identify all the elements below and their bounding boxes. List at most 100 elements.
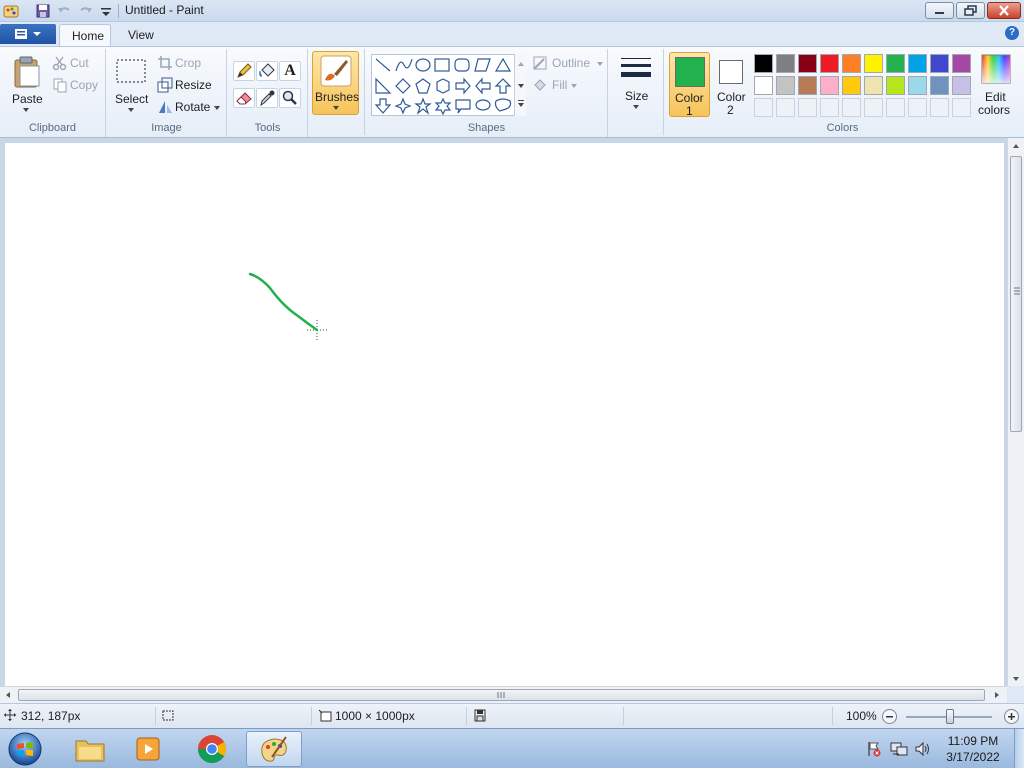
- system-clock[interactable]: 11:09 PM 3/17/2022: [938, 733, 1008, 765]
- scroll-up-arrow-icon: [1013, 144, 1019, 148]
- palette-color-swatch[interactable]: [842, 76, 861, 95]
- palette-custom-slot[interactable]: [820, 98, 839, 117]
- select-button[interactable]: Select: [111, 51, 151, 117]
- copy-button[interactable]: Copy: [50, 77, 102, 95]
- palette-color-swatch[interactable]: [908, 54, 927, 73]
- zoom-slider[interactable]: [906, 709, 1000, 725]
- palette-color-swatch[interactable]: [754, 76, 773, 95]
- volume-icon[interactable]: [914, 740, 932, 758]
- palette-color-swatch[interactable]: [930, 76, 949, 95]
- palette-custom-slot[interactable]: [930, 98, 949, 117]
- palette-color-swatch[interactable]: [842, 54, 861, 73]
- palette-color-swatch[interactable]: [952, 54, 971, 73]
- palette-custom-slot[interactable]: [798, 98, 817, 117]
- zoom-slider-thumb[interactable]: [946, 709, 954, 724]
- rotate-button[interactable]: Rotate: [157, 99, 223, 117]
- resize-button[interactable]: Resize: [157, 77, 223, 95]
- palette-custom-slot[interactable]: [886, 98, 905, 117]
- palette-color-swatch[interactable]: [908, 76, 927, 95]
- horizontal-scrollbar[interactable]: [0, 686, 1007, 703]
- clock-time: 11:09 PM: [947, 734, 999, 748]
- cursor-position-icon: [4, 709, 16, 721]
- zoom-in-button[interactable]: [1003, 708, 1020, 725]
- palette-color-swatch[interactable]: [754, 54, 773, 73]
- cut-button[interactable]: Cut: [50, 55, 102, 73]
- canvas-workspace: [0, 138, 1024, 686]
- taskbar-chrome-button[interactable]: [184, 731, 240, 767]
- magnifier-tool[interactable]: [279, 88, 301, 108]
- minimize-button[interactable]: [925, 2, 954, 19]
- paint-app-icon[interactable]: [3, 3, 19, 19]
- taskbar-media-player-button[interactable]: [121, 731, 177, 767]
- file-menu-icon: [15, 29, 41, 39]
- crop-button[interactable]: Crop: [157, 55, 223, 73]
- cursor-position-readout: 312, 187px: [21, 709, 81, 723]
- palette-custom-slot[interactable]: [908, 98, 927, 117]
- horizontal-scroll-thumb[interactable]: [18, 689, 985, 701]
- color1-button[interactable]: Color 1: [669, 52, 710, 118]
- help-icon[interactable]: ?: [1005, 26, 1019, 40]
- palette-color-swatch[interactable]: [798, 54, 817, 73]
- palette-color-swatch[interactable]: [864, 76, 883, 95]
- size-separator: [663, 49, 664, 135]
- palette-color-swatch[interactable]: [820, 76, 839, 95]
- eraser-tool[interactable]: [233, 88, 255, 108]
- save-icon[interactable]: [35, 3, 51, 19]
- palette-color-swatch[interactable]: [776, 54, 795, 73]
- palette-custom-slot[interactable]: [776, 98, 795, 117]
- restore-button[interactable]: [956, 2, 985, 19]
- network-icon[interactable]: [890, 740, 908, 758]
- paste-button[interactable]: Paste: [6, 51, 46, 117]
- tab-home[interactable]: Home: [59, 24, 111, 46]
- text-tool[interactable]: A: [279, 61, 301, 81]
- taskbar: 11:09 PM 3/17/2022: [0, 728, 1024, 768]
- palette-color-swatch[interactable]: [864, 54, 883, 73]
- color2-button[interactable]: Color 2: [712, 52, 750, 117]
- scissors-icon: [52, 56, 67, 71]
- undo-icon[interactable]: [56, 3, 72, 19]
- brushes-separator: [364, 49, 365, 135]
- palette-color-swatch[interactable]: [776, 76, 795, 95]
- status-separator-3: [466, 707, 467, 725]
- start-button[interactable]: [4, 730, 46, 768]
- drawing-canvas[interactable]: [5, 143, 1004, 686]
- vertical-scroll-thumb[interactable]: [1010, 156, 1022, 432]
- taskbar-explorer-button[interactable]: [62, 731, 118, 767]
- title-bar: Untitled - Paint: [0, 0, 1024, 22]
- line-size-icon: [621, 58, 651, 77]
- fill-dropdown-icon: [571, 84, 577, 88]
- qat-separator: [118, 4, 119, 18]
- close-icon: [999, 5, 1009, 16]
- vertical-scrollbar[interactable]: [1007, 138, 1024, 686]
- file-menu-button[interactable]: [0, 24, 56, 44]
- zoom-out-button[interactable]: [881, 708, 898, 725]
- color-picker-tool[interactable]: [256, 88, 278, 108]
- palette-custom-slot[interactable]: [842, 98, 861, 117]
- shapes-gallery: [371, 54, 526, 116]
- customize-qat-icon[interactable]: [98, 3, 114, 19]
- redo-icon[interactable]: [78, 3, 94, 19]
- palette-color-swatch[interactable]: [820, 54, 839, 73]
- size-button[interactable]: Size: [614, 51, 658, 115]
- palette-color-swatch[interactable]: [886, 54, 905, 73]
- palette-custom-slot[interactable]: [952, 98, 971, 117]
- fill-tool[interactable]: [256, 61, 278, 81]
- paste-icon: [14, 56, 40, 88]
- pencil-tool[interactable]: [233, 61, 255, 81]
- shapes-gallery-scroll[interactable]: [514, 54, 526, 116]
- fill-button[interactable]: Fill: [532, 77, 604, 95]
- tab-view[interactable]: View: [116, 24, 166, 46]
- palette-color-swatch[interactable]: [886, 76, 905, 95]
- palette-color-swatch[interactable]: [930, 54, 949, 73]
- edit-colors-button[interactable]: Edit colors: [975, 52, 1015, 117]
- taskbar-paint-button[interactable]: [246, 731, 302, 767]
- palette-color-swatch[interactable]: [798, 76, 817, 95]
- action-center-flag-icon[interactable]: [866, 741, 882, 757]
- show-desktop-button[interactable]: [1014, 729, 1024, 768]
- palette-custom-slot[interactable]: [754, 98, 773, 117]
- close-button[interactable]: [987, 2, 1021, 19]
- brushes-button[interactable]: Brushes: [312, 51, 359, 115]
- palette-custom-slot[interactable]: [864, 98, 883, 117]
- outline-button[interactable]: Outline: [532, 55, 604, 73]
- palette-color-swatch[interactable]: [952, 76, 971, 95]
